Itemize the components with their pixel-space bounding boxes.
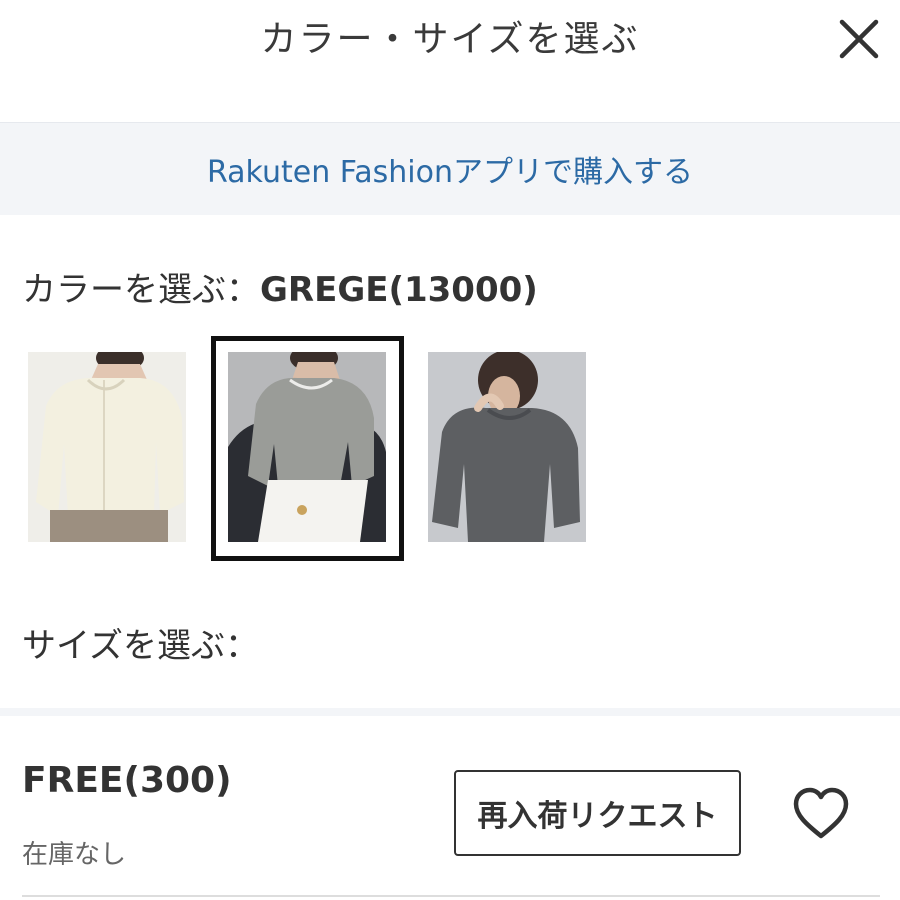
color-swatch-ivory[interactable] (28, 352, 186, 542)
restock-request-button[interactable]: 再入荷リクエスト (454, 770, 741, 856)
favorite-button[interactable] (792, 786, 850, 842)
section-divider (0, 708, 900, 716)
color-swatch-charcoal[interactable] (428, 352, 586, 542)
color-select-label: カラーを選ぶ：GREGE(13000) (22, 262, 538, 311)
stock-status: 在庫なし (22, 840, 127, 870)
selected-swatch-frame (211, 336, 404, 561)
close-button[interactable] (838, 18, 880, 60)
size-select-label: サイズを選ぶ： (22, 626, 259, 666)
selected-color-value: GREGE(13000) (260, 270, 538, 310)
heart-icon (793, 787, 849, 839)
product-photo-ivory (28, 352, 186, 542)
size-name: FREE(300) (22, 760, 232, 801)
open-in-app-link[interactable]: Rakuten Fashionアプリで購入する (207, 147, 693, 191)
product-photo-charcoal (428, 352, 586, 542)
close-icon (839, 19, 879, 59)
modal-header: カラー・サイズを選ぶ (0, 0, 900, 122)
app-promo-banner: Rakuten Fashionアプリで購入する (0, 122, 900, 215)
color-label-text: カラーを選ぶ： (22, 270, 260, 310)
modal-title: カラー・サイズを選ぶ (260, 19, 640, 60)
row-divider (22, 895, 880, 897)
